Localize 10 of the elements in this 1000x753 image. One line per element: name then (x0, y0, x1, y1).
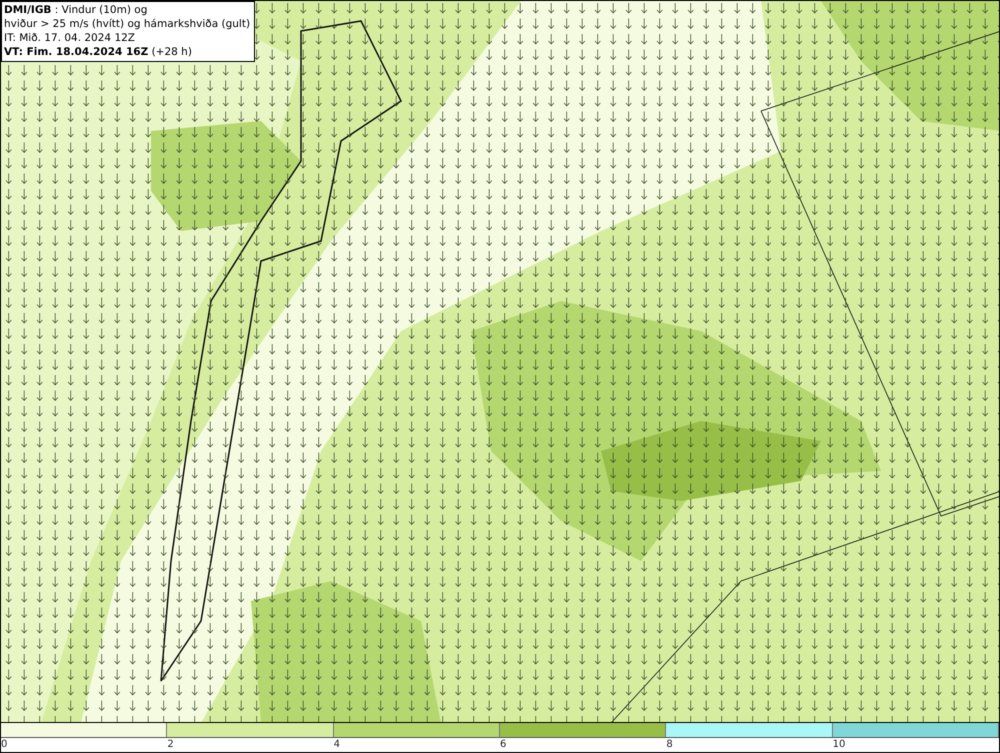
info-text: DMI/IGB : Vindur (10m) og (4, 3, 148, 17)
legend-tick-label: 8 (666, 738, 673, 752)
info-text: IT: Mið. 17. 04. 2024 12Z (4, 31, 136, 45)
info-text: hviður > 25 m/s (hvítt) og hámarkshviða (gult) (4, 17, 250, 31)
legend-tick-label: 2 (167, 738, 174, 752)
legend-tick-label: 6 (500, 738, 506, 752)
info-text: VT: Fim. 18.04.2024 16Z (+28 h) (4, 45, 193, 59)
legend-tick-label: 0 (1, 738, 8, 752)
legend-tick-label: 4 (334, 738, 340, 752)
legend-tick-label: 10 (832, 738, 846, 752)
